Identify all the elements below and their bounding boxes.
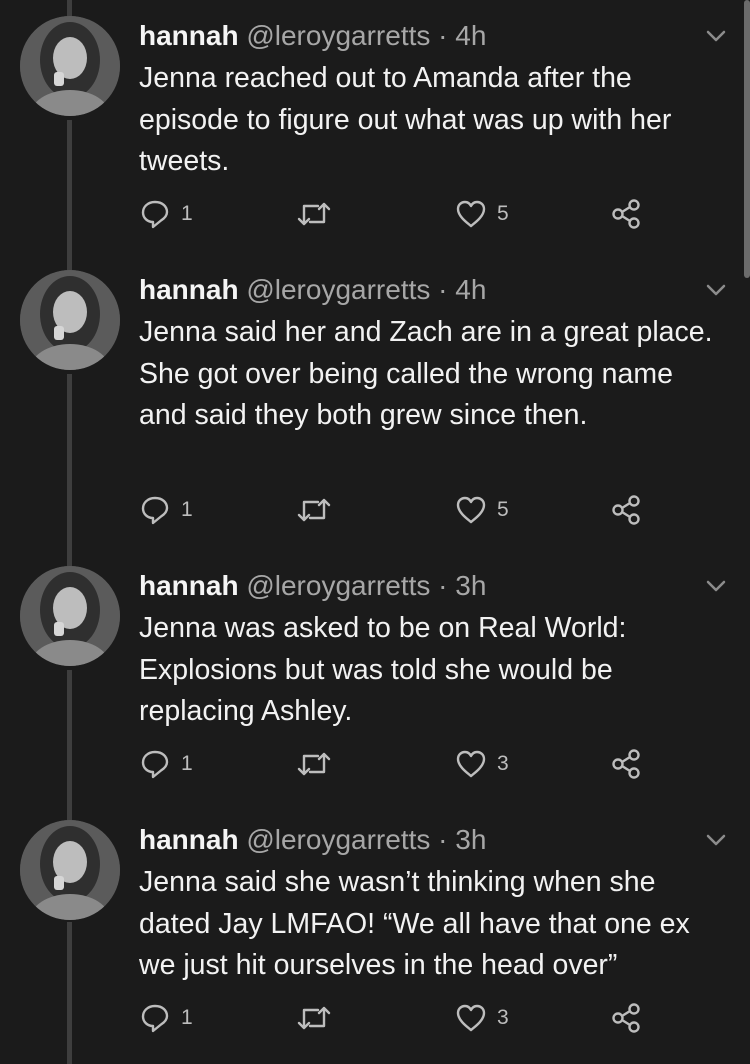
reply-icon (141, 200, 169, 229)
tweet-text: Jenna was asked to be on Real World: Exp… (139, 612, 627, 727)
heart-icon (456, 200, 486, 228)
author-name[interactable]: hannah (139, 274, 239, 305)
share-icon (612, 199, 640, 229)
like-count: 3 (497, 752, 509, 775)
like-button[interactable]: 5 (455, 492, 509, 528)
author-handle[interactable]: @leroygarretts (246, 570, 430, 601)
author-handle[interactable]: @leroygarretts (246, 20, 430, 51)
chevron-down-icon[interactable] (704, 832, 728, 848)
reply-icon (141, 496, 169, 525)
chevron-down-icon[interactable] (704, 28, 728, 44)
share-button[interactable] (611, 746, 641, 782)
avatar[interactable] (20, 820, 120, 920)
tweet-text: Jenna reached out to Amanda after the ep… (139, 62, 672, 177)
retweet-button[interactable] (296, 196, 332, 232)
like-button[interactable]: 5 (455, 196, 509, 232)
author-handle[interactable]: @leroygarretts (246, 274, 430, 305)
reply-count: 1 (181, 498, 193, 521)
retweet-button[interactable] (296, 492, 332, 528)
action-bar: 1 3 (0, 1000, 750, 1036)
retweet-button[interactable] (296, 746, 332, 782)
retweet-button[interactable] (296, 1000, 332, 1036)
retweet-icon (297, 498, 331, 522)
like-count: 5 (497, 498, 509, 521)
avatar[interactable] (20, 270, 120, 370)
share-button[interactable] (611, 492, 641, 528)
separator: · (430, 824, 456, 855)
retweet-icon (297, 1006, 331, 1030)
like-count: 5 (497, 202, 509, 225)
timestamp[interactable]: 3h (455, 570, 486, 601)
like-button[interactable]: 3 (455, 1000, 509, 1036)
share-icon (612, 1003, 640, 1033)
like-count: 3 (497, 1006, 509, 1029)
reply-count: 1 (181, 1006, 193, 1029)
reply-icon (141, 1004, 169, 1033)
chevron-down-icon[interactable] (704, 578, 728, 594)
tweet-text: Jenna said her and Zach are in a great p… (139, 316, 713, 431)
action-bar: 1 3 (0, 746, 750, 782)
share-button[interactable] (611, 1000, 641, 1036)
action-bar: 1 5 (0, 196, 750, 232)
reply-button[interactable]: 1 (139, 196, 193, 232)
author-name[interactable]: hannah (139, 570, 239, 601)
separator: · (430, 20, 456, 51)
avatar[interactable] (20, 566, 120, 666)
author-handle[interactable]: @leroygarretts (246, 824, 430, 855)
heart-icon (456, 1004, 486, 1032)
heart-icon (456, 750, 486, 778)
author-name[interactable]: hannah (139, 824, 239, 855)
separator: · (430, 274, 456, 305)
tweet-text: Jenna said she wasn’t thinking when she … (139, 866, 690, 981)
share-icon (612, 749, 640, 779)
reply-icon (141, 750, 169, 779)
avatar[interactable] (20, 16, 120, 116)
retweet-icon (297, 752, 331, 776)
reply-button[interactable]: 1 (139, 746, 193, 782)
chevron-down-icon[interactable] (704, 282, 728, 298)
timestamp[interactable]: 4h (455, 274, 486, 305)
like-button[interactable]: 3 (455, 746, 509, 782)
reply-count: 1 (181, 752, 193, 775)
reply-button[interactable]: 1 (139, 1000, 193, 1036)
reply-button[interactable]: 1 (139, 492, 193, 528)
timestamp[interactable]: 3h (455, 824, 486, 855)
thread-line (67, 922, 72, 1064)
scrollbar[interactable] (744, 0, 750, 278)
retweet-icon (297, 202, 331, 226)
share-button[interactable] (611, 196, 641, 232)
heart-icon (456, 496, 486, 524)
author-name[interactable]: hannah (139, 20, 239, 51)
action-bar: 1 5 (0, 492, 750, 528)
share-icon (612, 495, 640, 525)
separator: · (430, 570, 456, 601)
reply-count: 1 (181, 202, 193, 225)
thread-line (67, 374, 72, 568)
timestamp[interactable]: 4h (455, 20, 486, 51)
